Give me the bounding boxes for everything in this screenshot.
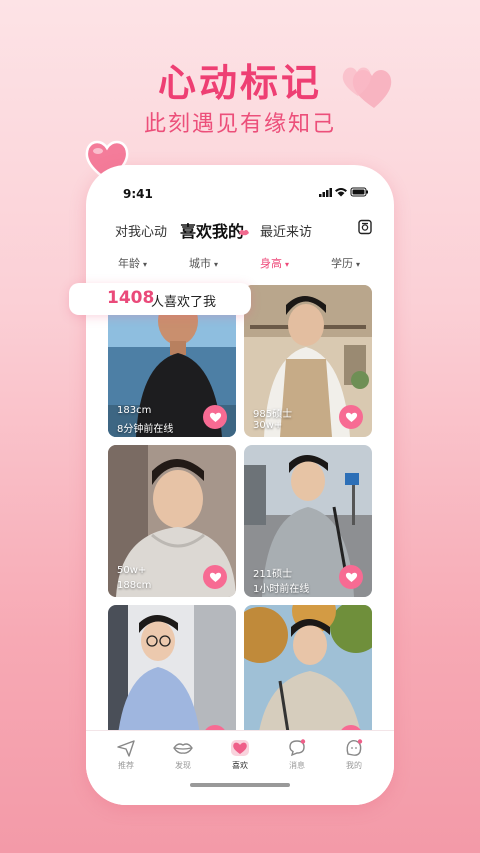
- card-tag-2: 30w+: [253, 420, 283, 431]
- nav-label: 推荐: [118, 761, 134, 770]
- likes-text: 人喜欢了我: [151, 295, 217, 310]
- profile-face-icon: [346, 739, 363, 756]
- chevron-down-icon: ▾: [285, 259, 290, 269]
- likes-count-badge: 1408 人喜欢了我: [69, 283, 251, 315]
- nav-messages[interactable]: 消息: [277, 738, 317, 771]
- bottom-navigation: 推荐 发现 喜欢 消息 我的: [86, 730, 394, 805]
- phone-frame: 9:41 对我心动 喜欢我的 最近来访 年龄▾ 城市▾ 身高▾ 学历▾: [86, 165, 394, 805]
- card-tag-1: 50w+: [117, 565, 147, 576]
- nav-label: 喜欢: [232, 761, 248, 770]
- filter-city-label: 城市: [189, 257, 211, 270]
- profile-card[interactable]: 985硕士 30w+: [244, 285, 372, 437]
- heart-icon: [231, 740, 249, 756]
- like-button[interactable]: [203, 405, 227, 429]
- nav-likes[interactable]: 喜欢: [220, 738, 260, 771]
- like-button[interactable]: [339, 565, 363, 589]
- nav-label: 消息: [289, 761, 305, 770]
- filter-bar: 年龄 ▾ 城市 ▾ 身高 ▾ 学历 ▾: [86, 253, 394, 275]
- chevron-down-icon: ▾: [214, 259, 219, 269]
- chevron-down-icon: ▾: [356, 259, 361, 269]
- like-button[interactable]: [339, 405, 363, 429]
- card-tag-1: 985硕士: [253, 409, 293, 420]
- status-time: 9:41: [123, 187, 153, 201]
- card-tag-2: 8分钟前在线: [117, 424, 174, 435]
- card-tag-2: 188cm: [117, 580, 152, 591]
- double-heart-decoration-icon: [342, 67, 392, 108]
- card-tag-2: 1小时前在线: [253, 584, 310, 595]
- kiss-sticker-icon: [239, 229, 249, 236]
- tab-liked-by-me[interactable]: 对我心动: [115, 221, 167, 240]
- filter-age[interactable]: 年龄 ▾: [118, 255, 147, 271]
- like-button[interactable]: [203, 565, 227, 589]
- status-icons: [319, 187, 368, 197]
- heart-icon: [209, 572, 221, 582]
- filter-education-label: 学历: [331, 257, 353, 270]
- nav-recommend[interactable]: 推荐: [106, 738, 146, 771]
- chevron-down-icon: ▾: [143, 259, 148, 269]
- nav-label: 我的: [346, 761, 362, 770]
- filter-city[interactable]: 城市 ▾: [189, 255, 218, 271]
- tab-bar: 对我心动 喜欢我的 最近来访: [86, 215, 394, 247]
- filter-settings-icon[interactable]: [357, 219, 373, 235]
- paper-plane-icon: [117, 740, 135, 757]
- tab-recent-visitors[interactable]: 最近来访: [260, 221, 312, 240]
- filter-height-label: 身高: [260, 257, 282, 270]
- nav-label: 发现: [175, 761, 191, 770]
- nav-discover[interactable]: 发现: [163, 738, 203, 771]
- tab-likes-me[interactable]: 喜欢我的: [180, 218, 244, 242]
- profile-grid: 183cm 8分钟前在线 985硕士 30w+ 50w+ 188cm 211硕士…: [108, 285, 372, 757]
- filter-age-label: 年龄: [118, 257, 140, 270]
- heart-icon: [209, 412, 221, 422]
- heart-icon: [345, 572, 357, 582]
- profile-card[interactable]: 211硕士 1小时前在线: [244, 445, 372, 597]
- card-tag-1: 211硕士: [253, 569, 293, 580]
- lips-icon: [173, 743, 193, 754]
- home-indicator: [190, 783, 290, 787]
- nav-profile[interactable]: 我的: [334, 738, 374, 771]
- profile-card[interactable]: 50w+ 188cm: [108, 445, 236, 597]
- filter-height[interactable]: 身高 ▾: [260, 255, 289, 271]
- likes-count: 1408: [107, 288, 155, 308]
- promo-title: 心动标记: [157, 61, 322, 105]
- card-tag-1: 183cm: [117, 405, 152, 416]
- filter-education[interactable]: 学历 ▾: [331, 255, 360, 271]
- chat-bubble-icon: [289, 739, 306, 757]
- status-bar: 9:41: [86, 165, 394, 215]
- heart-icon: [345, 412, 357, 422]
- promo-subtitle: 此刻遇见有缘知己: [143, 112, 336, 137]
